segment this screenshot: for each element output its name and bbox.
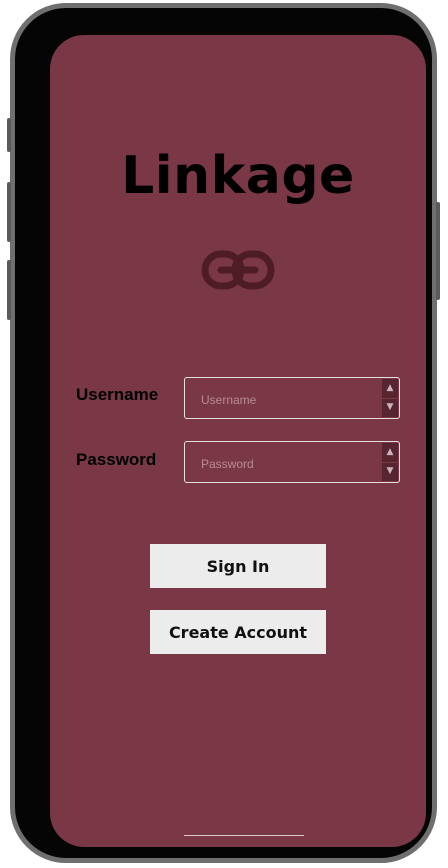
username-input[interactable] <box>193 390 373 410</box>
chevron-up-icon[interactable]: ▲ <box>382 379 398 399</box>
username-label: Username <box>76 385 159 404</box>
power-button <box>436 202 440 300</box>
app-screen: Linkage Username ▲ ▼ Password ▲ ▼ Sign I… <box>50 35 426 847</box>
password-spinner[interactable]: ▲ ▼ <box>382 443 398 481</box>
password-input[interactable] <box>193 454 373 474</box>
volume-up-button <box>7 182 11 242</box>
password-field[interactable]: ▲ ▼ <box>184 441 400 483</box>
chevron-up-icon[interactable]: ▲ <box>382 443 398 463</box>
password-label: Password <box>76 450 157 469</box>
link-icon <box>201 250 275 290</box>
phone-frame: Linkage Username ▲ ▼ Password ▲ ▼ Sign I… <box>10 3 437 863</box>
app-title: Linkage <box>121 146 355 206</box>
username-spinner[interactable]: ▲ ▼ <box>382 379 398 417</box>
mute-switch <box>7 118 11 152</box>
home-indicator <box>184 835 304 836</box>
volume-down-button <box>7 260 11 320</box>
chevron-down-icon[interactable]: ▼ <box>382 463 398 482</box>
chevron-down-icon[interactable]: ▼ <box>382 399 398 418</box>
username-field[interactable]: ▲ ▼ <box>184 377 400 419</box>
create-account-button[interactable]: Create Account <box>150 610 326 654</box>
sign-in-button[interactable]: Sign In <box>150 544 326 588</box>
